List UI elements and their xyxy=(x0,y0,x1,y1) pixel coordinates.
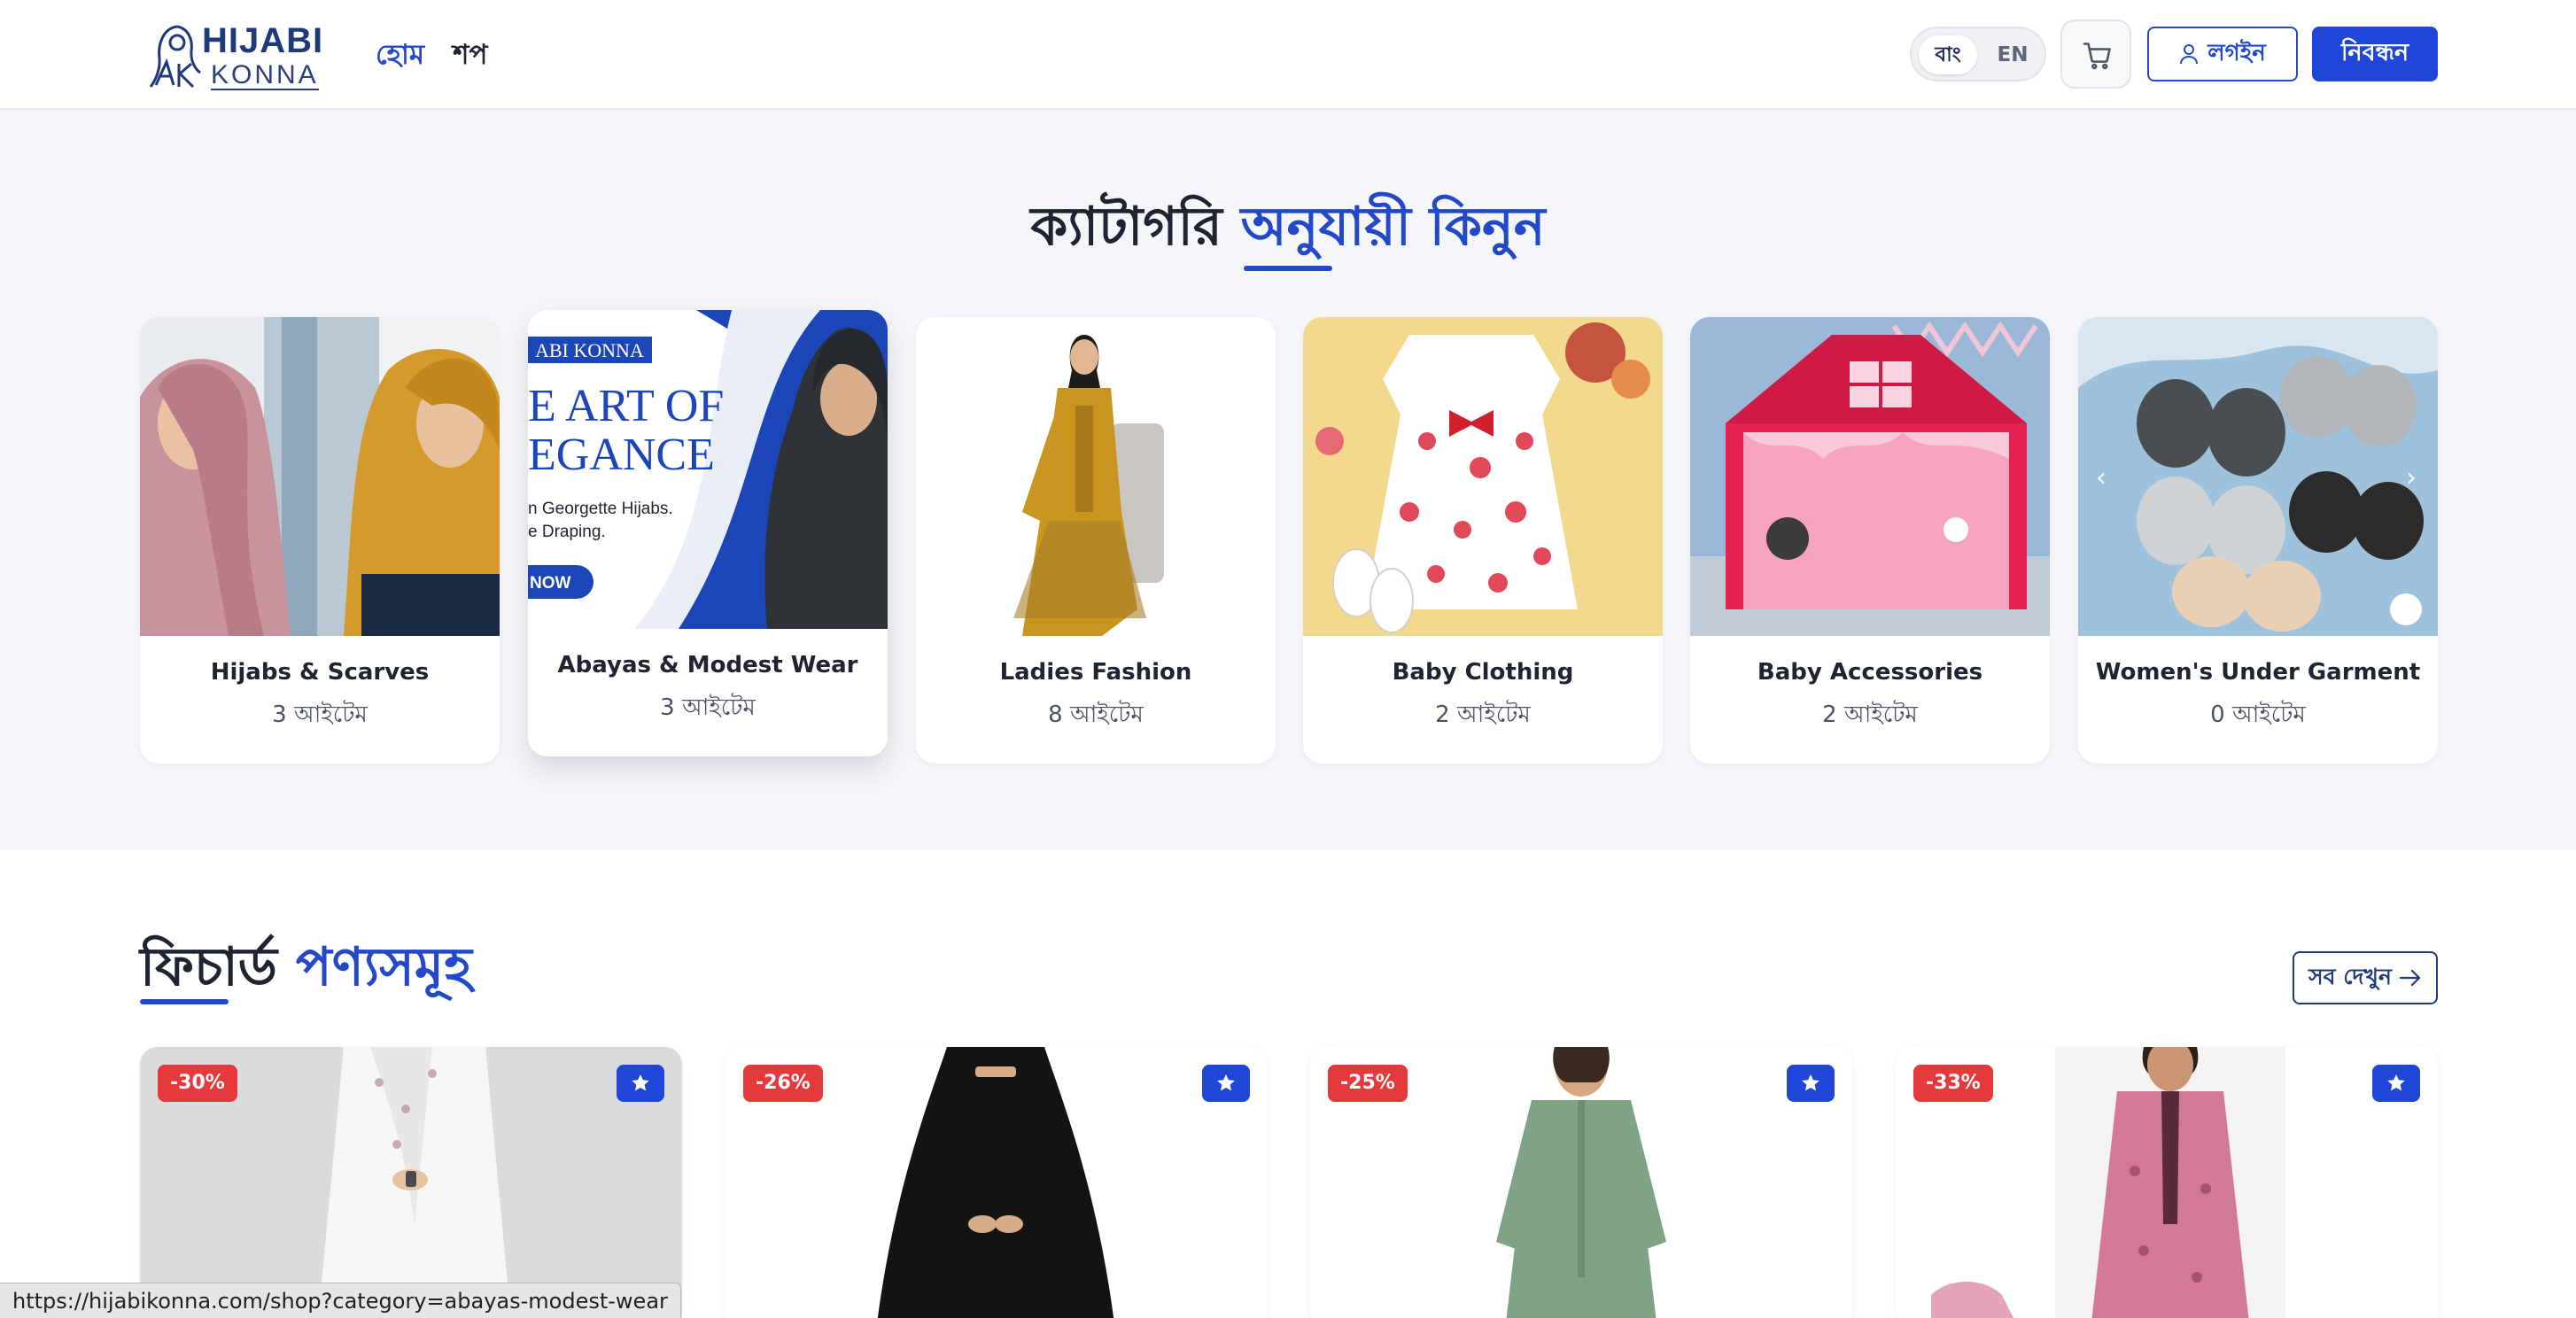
chevron-right-icon[interactable]: › xyxy=(2406,462,2417,493)
category-count: 3 আইটেম xyxy=(660,694,756,721)
status-bar-url: https://hijabikonna.com/shop?category=ab… xyxy=(0,1283,681,1318)
featured-title-main: ফিচার্ড xyxy=(140,936,277,998)
banner-cta: NOW xyxy=(530,574,571,593)
hijab-logo-icon xyxy=(149,25,201,89)
featured-star-button[interactable] xyxy=(1202,1065,1250,1102)
category-image-ladies-fashion xyxy=(916,317,1276,636)
category-card-ladies-fashion[interactable]: Ladies Fashion 8 আইটেম xyxy=(916,317,1276,764)
discount-badge: -26% xyxy=(743,1065,823,1102)
title-underline xyxy=(140,999,229,1004)
discount-badge: -30% xyxy=(158,1065,237,1102)
star-icon xyxy=(1217,1074,1235,1091)
product-card[interactable]: -30% xyxy=(140,1047,682,1318)
logo-text-bottom: KONNA xyxy=(211,60,319,90)
category-name: Ladies Fashion xyxy=(999,659,1192,686)
see-all-button[interactable]: সব দেখুন xyxy=(2293,951,2438,1004)
site-logo[interactable]: HIJABI KONNA xyxy=(147,18,324,90)
category-card-baby-accessories[interactable]: Baby Accessories 2 আইটেম xyxy=(1690,317,2050,764)
login-label: লগইন xyxy=(2207,40,2266,66)
category-name: Abayas & Modest Wear xyxy=(557,652,858,678)
star-icon xyxy=(632,1074,649,1091)
category-count: 8 আইটেম xyxy=(1048,702,1144,728)
arrow-right-icon xyxy=(2399,969,2420,987)
banner-sub-1: n Georgette Hijabs. xyxy=(528,500,673,518)
user-icon xyxy=(2180,44,2199,65)
banner-headline-2: EGANCE xyxy=(528,430,715,480)
register-button[interactable]: নিবন্ধন xyxy=(2312,27,2438,81)
language-switcher: বাং EN xyxy=(1910,27,2046,81)
title-underline xyxy=(1244,266,1332,271)
category-image-hijabs xyxy=(140,317,500,636)
category-image-under-garment: ‹ › xyxy=(2078,317,2438,636)
category-count: 0 আইটেম xyxy=(2210,702,2306,728)
lang-option-bangla[interactable]: বাং xyxy=(1919,35,1977,74)
category-image-abayas: ABI KONNA E ART OF EGANCE n Georgette Hi… xyxy=(528,310,888,629)
lang-option-english[interactable]: EN xyxy=(1988,35,2037,74)
category-title-main: ক্যাটাগরি xyxy=(1030,196,1222,258)
category-name: Baby Clothing xyxy=(1392,659,1574,686)
category-image-baby-clothing xyxy=(1303,317,1663,636)
category-card-baby-clothing[interactable]: Baby Clothing 2 আইটেম xyxy=(1303,317,1663,764)
category-section-title: ক্যাটাগরি অনুযায়ী কিনুন xyxy=(0,186,2576,275)
nav-home[interactable]: হোম xyxy=(376,34,424,80)
category-card-under-garment[interactable]: ‹ › Women's Under Garment 0 আইটেম xyxy=(2078,317,2438,764)
featured-star-button[interactable] xyxy=(2372,1065,2420,1102)
category-image-baby-accessories xyxy=(1690,317,2050,636)
banner-headline-1: E ART OF xyxy=(528,381,724,431)
login-button[interactable]: লগইন xyxy=(2147,27,2298,81)
category-count: 3 আইটেম xyxy=(272,702,368,728)
cart-icon xyxy=(2083,43,2111,70)
featured-title-accent: পণ্যসমূহ xyxy=(295,936,472,998)
category-name: Baby Accessories xyxy=(1757,659,1983,686)
chevron-left-icon[interactable]: ‹ xyxy=(2096,462,2107,493)
banner-sub-2: e Draping. xyxy=(528,523,606,541)
product-card[interactable]: -25% xyxy=(1310,1047,1852,1318)
featured-star-button[interactable] xyxy=(617,1065,664,1102)
category-name: Women's Under Garment xyxy=(2095,659,2421,686)
category-count: 2 আইটেম xyxy=(1435,702,1531,728)
product-card[interactable]: -26% xyxy=(725,1047,1268,1318)
banner-brand-text: ABI KONNA xyxy=(535,339,644,361)
product-card[interactable]: -33% xyxy=(1896,1047,2438,1318)
see-all-label: সব দেখুন xyxy=(2308,963,2392,989)
category-section: ক্যাটাগরি অনুযায়ী কিনুন Hijabs & Scarve… xyxy=(0,112,2576,850)
main-nav: হোম শপ xyxy=(376,34,487,80)
site-header: HIJABI KONNA হোম শপ বাং EN লগইন নিবন্ধন xyxy=(0,0,2576,110)
category-card-abayas[interactable]: ABI KONNA E ART OF EGANCE n Georgette Hi… xyxy=(528,310,888,756)
star-icon xyxy=(1802,1074,1819,1091)
category-name: Hijabs & Scarves xyxy=(210,659,430,686)
discount-badge: -25% xyxy=(1328,1065,1408,1102)
nav-shop[interactable]: শপ xyxy=(453,34,487,80)
cart-button[interactable] xyxy=(2060,19,2131,89)
category-card-hijabs[interactable]: Hijabs & Scarves 3 আইটেম xyxy=(140,317,500,764)
discount-badge: -33% xyxy=(1913,1065,1993,1102)
star-icon xyxy=(2387,1074,2405,1091)
category-title-accent: অনুযায়ী কিনুন xyxy=(1240,196,1546,258)
featured-section: ফিচার্ড পণ্যসমূহ সব দেখুন -30% -26% -25%… xyxy=(0,850,2576,1318)
logo-text-top: HIJABI xyxy=(202,21,324,60)
featured-star-button[interactable] xyxy=(1787,1065,1835,1102)
category-count: 2 আইটেম xyxy=(1822,702,1918,728)
